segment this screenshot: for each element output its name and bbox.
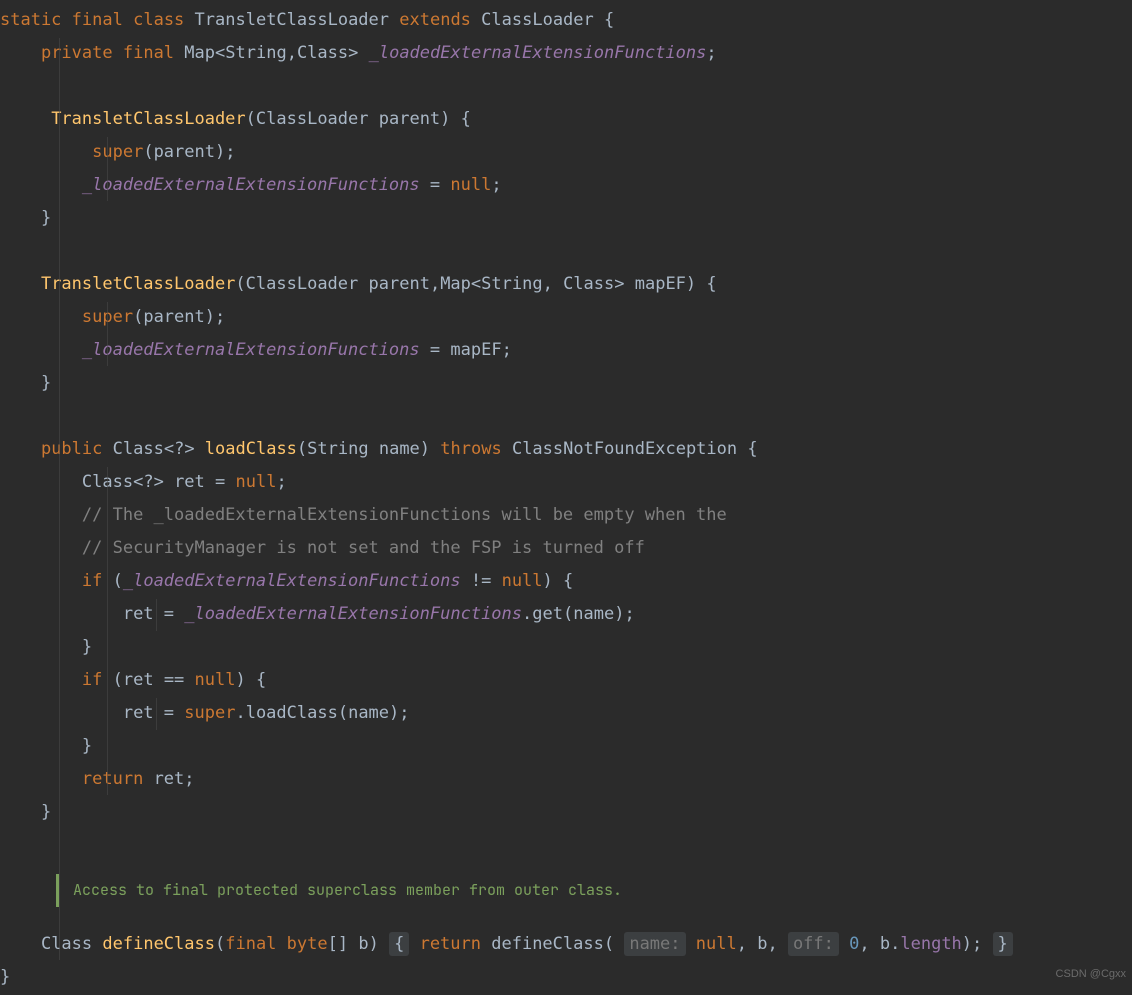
class-name: TransletClassLoader (195, 10, 389, 30)
indent-guide (59, 38, 60, 960)
indent-guide (156, 698, 157, 730)
indent-guide (107, 302, 108, 366)
indent-guide (156, 599, 157, 631)
ctor1: TransletClassLoader (51, 109, 245, 129)
param-hint-name: name: (624, 932, 685, 956)
kw-extends: extends (399, 10, 471, 30)
kw-final: final (72, 10, 123, 30)
code-editor[interactable]: static final class TransletClassLoader e… (0, 0, 1132, 994)
field-loaded: _loadedExternalExtensionFunctions (369, 43, 707, 63)
kw-throws: throws (440, 439, 501, 459)
kw-final: final (123, 43, 174, 63)
indent-guide (107, 467, 108, 795)
method-defineClass: defineClass (102, 934, 215, 954)
comment-2: // SecurityManager is not set and the FS… (82, 538, 645, 558)
kw-return: return (82, 769, 143, 789)
kw-static: static (0, 10, 61, 30)
method-loadClass: loadClass (205, 439, 297, 459)
watermark: CSDN @Cgxx (1056, 958, 1126, 991)
annotation-text: Access to final protected superclass mem… (73, 880, 622, 900)
super-call: super (92, 142, 143, 162)
param-hint-off: off: (788, 932, 839, 956)
inspection-annotation[interactable]: Access to final protected superclass mem… (56, 874, 622, 907)
super-type: ClassLoader (481, 10, 594, 30)
kw-class: class (133, 10, 184, 30)
comment-1: // The _loadedExternalExtensionFunctions… (82, 505, 727, 525)
kw-public: public (41, 439, 102, 459)
kw-if: if (82, 571, 102, 591)
ctor2: TransletClassLoader (41, 274, 235, 294)
kw-private: private (41, 43, 113, 63)
indent-guide (107, 137, 108, 201)
